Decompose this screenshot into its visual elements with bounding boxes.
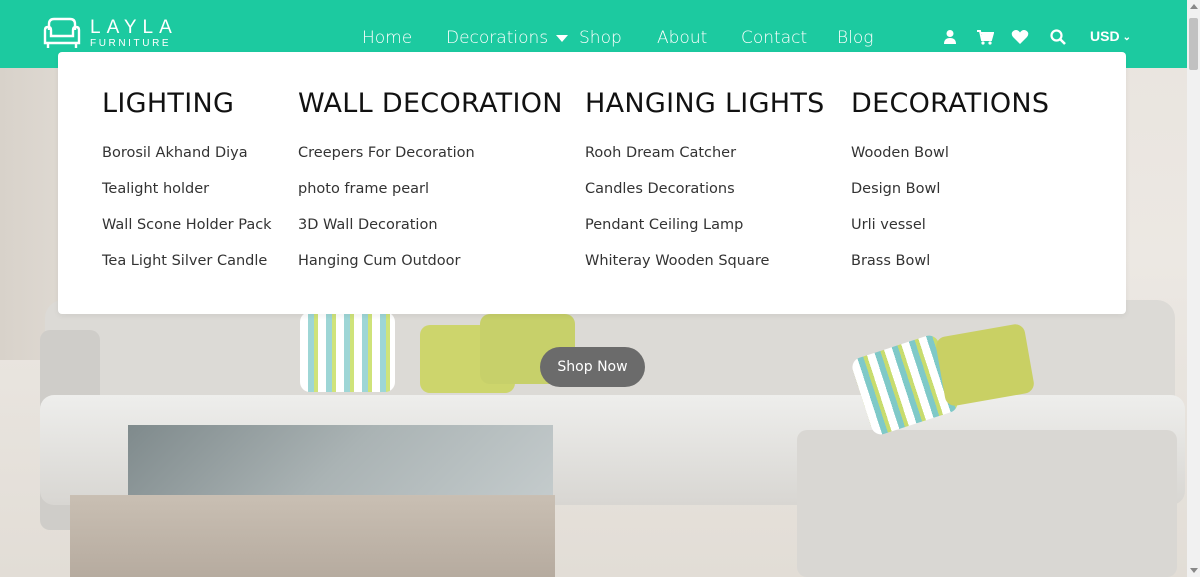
menu-item[interactable]: Rooh Dream Catcher — [585, 143, 825, 179]
menu-item[interactable]: Tea Light Silver Candle — [102, 251, 272, 287]
hero-sofa-side — [797, 430, 1177, 577]
hero-table-top — [128, 425, 553, 497]
menu-item[interactable]: Hanging Cum Outdoor — [298, 251, 563, 287]
decorations-mega-menu: LIGHTING Borosil Akhand Diya Tealight ho… — [58, 52, 1126, 314]
currency-label: USD — [1090, 28, 1120, 44]
menu-item[interactable]: Borosil Akhand Diya — [102, 143, 272, 179]
cart-icon[interactable] — [975, 26, 995, 48]
menu-column-wall-decoration: WALL DECORATION Creepers For Decoration … — [298, 88, 563, 287]
nav-blog[interactable]: Blog — [837, 28, 873, 48]
nav-about[interactable]: About — [657, 28, 707, 48]
search-icon[interactable] — [1048, 26, 1068, 48]
menu-list: Rooh Dream Catcher Candles Decorations P… — [585, 143, 825, 287]
menu-item[interactable]: Creepers For Decoration — [298, 143, 563, 179]
hero-pillow — [300, 312, 395, 392]
menu-item[interactable]: Brass Bowl — [851, 251, 1049, 287]
user-icon[interactable] — [940, 26, 960, 48]
menu-list: Creepers For Decoration photo frame pear… — [298, 143, 563, 287]
nav-shop[interactable]: Shop — [579, 28, 622, 48]
menu-column-hanging-lights: HANGING LIGHTS Rooh Dream Catcher Candle… — [585, 88, 825, 287]
menu-item[interactable]: photo frame pearl — [298, 179, 563, 215]
menu-column-title: HANGING LIGHTS — [585, 88, 825, 119]
scroll-up-arrow-icon[interactable] — [1190, 4, 1198, 9]
menu-item[interactable]: Tealight holder — [102, 179, 272, 215]
shop-now-button[interactable]: Shop Now — [540, 347, 645, 387]
nav-decorations[interactable]: Decorations — [446, 28, 569, 48]
menu-column-decorations: DECORATIONS Wooden Bowl Design Bowl Urli… — [851, 88, 1049, 287]
scroll-thumb[interactable] — [1189, 18, 1198, 70]
page-scrollbar[interactable] — [1187, 0, 1200, 577]
caret-down-icon — [556, 34, 569, 42]
menu-item[interactable]: Whiteray Wooden Square — [585, 251, 825, 287]
main-nav: Home Decorations Shop About Contact Blog — [0, 28, 1187, 50]
hero-table-front — [70, 495, 555, 577]
scroll-down-arrow-icon[interactable] — [1190, 568, 1198, 573]
chevron-down-icon: ⌄ — [1122, 32, 1131, 43]
nav-decorations-label: Decorations — [446, 28, 549, 48]
menu-list: Wooden Bowl Design Bowl Urli vessel Bras… — [851, 143, 1049, 287]
menu-item[interactable]: 3D Wall Decoration — [298, 215, 563, 251]
menu-column-title: WALL DECORATION — [298, 88, 563, 119]
menu-item[interactable]: Urli vessel — [851, 215, 1049, 251]
nav-contact[interactable]: Contact — [741, 28, 807, 48]
menu-item[interactable]: Candles Decorations — [585, 179, 825, 215]
menu-column-title: LIGHTING — [102, 88, 235, 119]
menu-item[interactable]: Pendant Ceiling Lamp — [585, 215, 825, 251]
currency-selector[interactable]: USD ⌄ — [1090, 28, 1131, 44]
menu-list: Borosil Akhand Diya Tealight holder Wall… — [102, 143, 272, 287]
menu-item[interactable]: Wooden Bowl — [851, 143, 1049, 179]
menu-item[interactable]: Design Bowl — [851, 179, 1049, 215]
heart-icon[interactable] — [1010, 26, 1030, 48]
menu-item[interactable]: Wall Scone Holder Pack — [102, 215, 272, 251]
nav-home[interactable]: Home — [362, 28, 412, 48]
menu-column-title: DECORATIONS — [851, 88, 1050, 119]
menu-column-lighting: LIGHTING Borosil Akhand Diya Tealight ho… — [102, 88, 272, 287]
